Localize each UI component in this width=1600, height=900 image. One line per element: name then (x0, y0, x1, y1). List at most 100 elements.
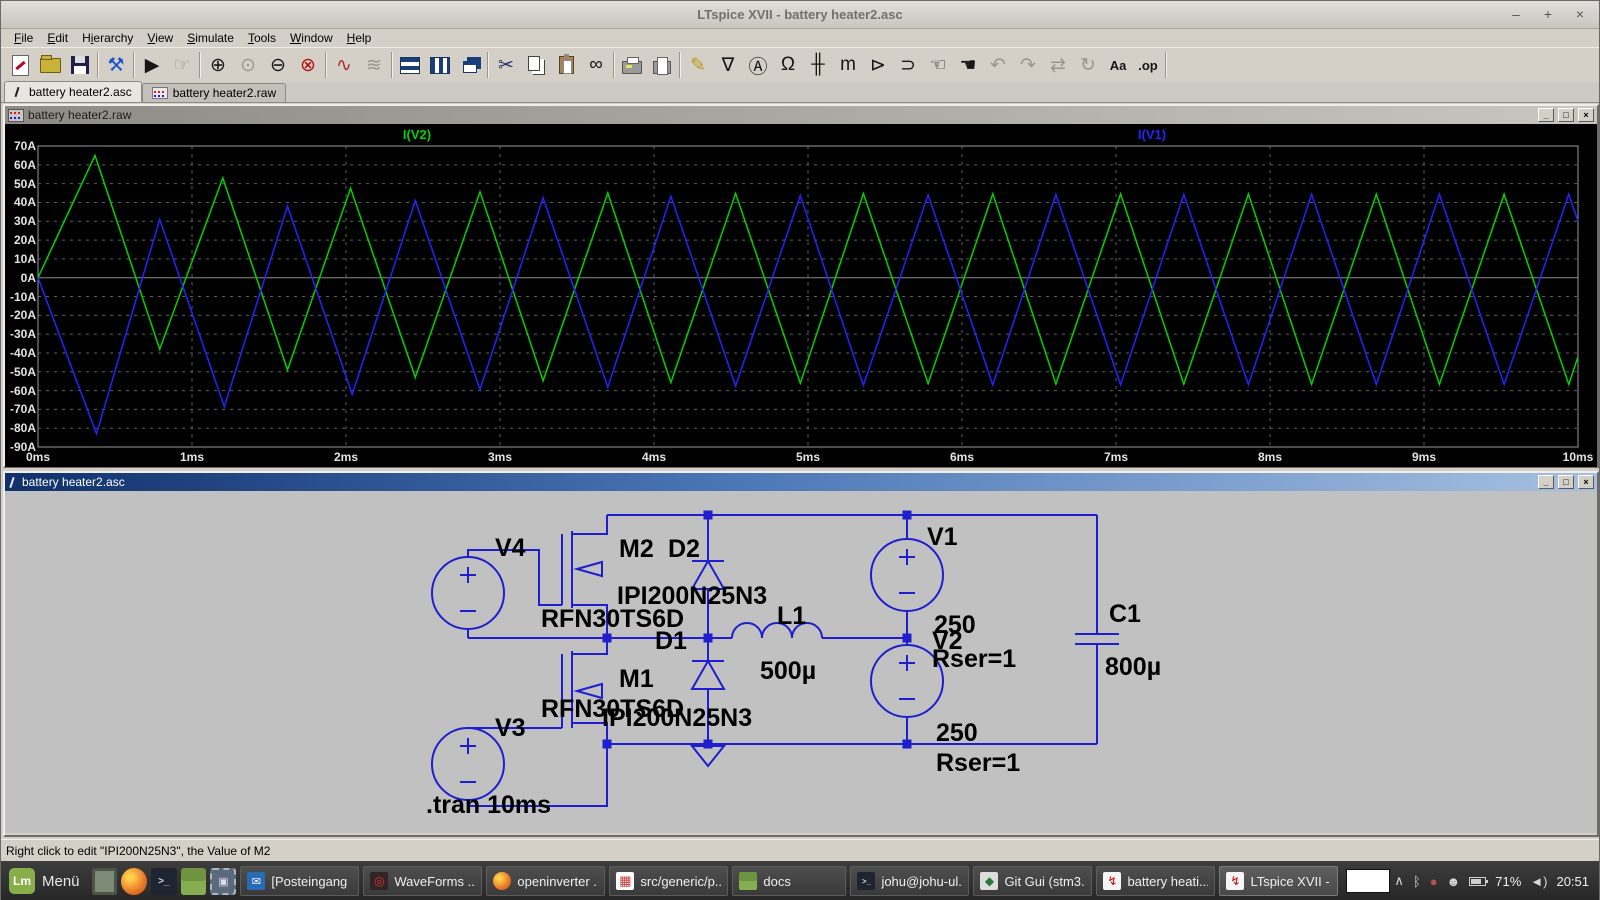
l1-label[interactable]: L1 (777, 602, 806, 630)
waveform-maximize-button[interactable]: □ (1558, 108, 1574, 122)
print-icon[interactable] (617, 51, 647, 79)
cut-icon[interactable]: ✂ (491, 51, 521, 79)
run-icon[interactable]: ▶ (137, 51, 167, 79)
menu-help[interactable]: Help (340, 30, 379, 46)
text-icon[interactable]: Aa (1103, 51, 1133, 79)
ground-icon[interactable]: ∇ (713, 51, 743, 79)
v2-value-label[interactable]: 250 (936, 719, 978, 747)
redo-icon[interactable]: ↷ (1013, 51, 1043, 79)
show-desktop-icon[interactable] (92, 868, 118, 895)
status-dot-icon[interactable]: ● (1430, 874, 1438, 889)
waveform-plot-area[interactable]: I(V2) I(V1) 70A60A50A40A30A20A10A0A-10A-… (5, 124, 1597, 467)
minimize-button[interactable]: – (1507, 5, 1525, 23)
control-panel-icon[interactable]: ⚒ (101, 51, 131, 79)
user-icon[interactable]: ☻ (1447, 874, 1461, 889)
menu-hierarchy[interactable]: Hierarchy (75, 30, 140, 46)
v1-rser-label[interactable]: Rser=1 (932, 645, 1016, 673)
mirror-icon[interactable]: ⇄ (1043, 51, 1073, 79)
legend-iv1[interactable]: I(V1) (1138, 127, 1166, 142)
ground-symbol[interactable] (692, 746, 724, 766)
battery-icon[interactable] (1469, 877, 1486, 886)
m2-label[interactable]: M2 (619, 535, 654, 563)
expand-tray-icon[interactable]: ∧ (1394, 873, 1404, 889)
c1-label[interactable]: C1 (1109, 600, 1141, 628)
cascade-windows-icon[interactable] (455, 51, 485, 79)
d2-label[interactable]: D2 (668, 535, 700, 563)
spice-directive-icon[interactable]: .op (1133, 51, 1163, 79)
maximize-button[interactable]: + (1539, 5, 1557, 23)
menu-view[interactable]: View (140, 30, 180, 46)
bluetooth-icon[interactable]: ᛒ (1413, 874, 1421, 889)
waveform-close-button[interactable]: × (1578, 108, 1594, 122)
close-button[interactable]: × (1571, 5, 1589, 23)
save-icon[interactable] (65, 51, 95, 79)
firefox-icon[interactable] (121, 868, 147, 895)
schematic-canvas[interactable]: V4 M2 D2 IPI200N25N3 RFN30TS6D D1 M1 RFN… (5, 491, 1597, 833)
v2-rser-label[interactable]: Rser=1 (936, 749, 1020, 777)
zoom-fit-icon[interactable]: ⊗ (293, 51, 323, 79)
m1-label[interactable]: M1 (619, 665, 654, 693)
v4-label[interactable]: V4 (495, 534, 526, 562)
label-net-icon[interactable]: Ⓐ (743, 51, 773, 79)
task--posteingang-[interactable]: ✉[Posteingang ... (240, 866, 359, 896)
open-icon[interactable] (35, 51, 65, 79)
folder-icon[interactable] (181, 868, 207, 895)
schematic-minimize-button[interactable]: _ (1538, 475, 1554, 489)
schematic-maximize-button[interactable]: □ (1558, 475, 1574, 489)
capacitor-icon[interactable]: ╫ (803, 51, 833, 79)
v3-label[interactable]: V3 (495, 714, 526, 742)
halt-icon[interactable]: ☞ (167, 51, 197, 79)
clock[interactable]: 20:51 (1556, 874, 1589, 889)
zoom-back-icon[interactable]: ⊙ (233, 51, 263, 79)
component-icon[interactable]: ⊃ (893, 51, 923, 79)
v1-label[interactable]: V1 (927, 523, 958, 551)
waveform-window-titlebar[interactable]: battery heater2.raw _ □ × (5, 106, 1597, 124)
tran-directive-label[interactable]: .tran 10ms (426, 791, 551, 819)
menu-edit[interactable]: Edit (40, 30, 75, 46)
paste-icon[interactable] (551, 51, 581, 79)
legend-iv2[interactable]: I(V2) (403, 127, 431, 142)
waveform-minimize-button[interactable]: _ (1538, 108, 1554, 122)
move-icon[interactable]: ☜ (923, 51, 953, 79)
menu-tools[interactable]: Tools (241, 30, 283, 46)
d2-diode-wire[interactable] (692, 515, 724, 638)
wire-icon[interactable]: ✎ (683, 51, 713, 79)
zoom-in-icon[interactable]: ⊕ (203, 51, 233, 79)
tab-battery-heater2-raw[interactable]: battery heater2.raw (142, 83, 286, 102)
d1-label[interactable]: D1 (655, 627, 687, 655)
autorange-plot-icon[interactable]: ∿ (329, 51, 359, 79)
l1-value-label[interactable]: 500µ (760, 657, 816, 685)
task-git-gui-stm3-[interactable]: ◆Git Gui (stm3... (973, 866, 1092, 896)
tile-horizontal-icon[interactable] (395, 51, 425, 79)
task-battery-heati-[interactable]: ↯battery heati... (1096, 866, 1215, 896)
m2-drain-wire[interactable] (572, 515, 607, 534)
print-preview-icon[interactable] (647, 51, 677, 79)
start-menu-button[interactable]: LmMenü (7, 866, 88, 896)
schematic-close-button[interactable]: × (1578, 475, 1594, 489)
c1-value-label[interactable]: 800µ (1105, 653, 1161, 681)
zoom-out-icon[interactable]: ⊖ (263, 51, 293, 79)
schematic-window-titlebar[interactable]: battery heater2.asc _ □ × (5, 473, 1597, 491)
copy-icon[interactable] (521, 51, 551, 79)
tab-battery-heater2-asc[interactable]: battery heater2.asc (4, 81, 142, 102)
menu-simulate[interactable]: Simulate (180, 30, 241, 46)
terminal-icon[interactable]: >_ (151, 868, 177, 895)
find-icon[interactable]: ∞ (581, 51, 611, 79)
diode-icon[interactable]: ⊳ (863, 51, 893, 79)
tile-vertical-icon[interactable] (425, 51, 455, 79)
rotate-icon[interactable]: ↻ (1073, 51, 1103, 79)
undo-icon[interactable]: ↶ (983, 51, 1013, 79)
task-johu-johu-ul-[interactable]: >_johu@johu-ul... (850, 866, 969, 896)
task-openinverter-[interactable]: openinverter ... (486, 866, 605, 896)
m1-value-label[interactable]: IPI200N25N3 (602, 704, 752, 732)
resistor-icon[interactable]: Ω (773, 51, 803, 79)
task-docs[interactable]: docs (732, 866, 846, 896)
drag-icon[interactable]: ☚ (953, 51, 983, 79)
spice-netlist-icon[interactable]: ≋ (359, 51, 389, 79)
c1-capacitor-symbol[interactable] (1075, 515, 1119, 744)
new-schematic-icon[interactable] (5, 51, 35, 79)
task-waveforms-[interactable]: ◎WaveForms ... (363, 866, 482, 896)
inductor-icon[interactable]: m (833, 51, 863, 79)
menu-file[interactable]: File (7, 30, 40, 46)
m1-drain-wire[interactable] (572, 638, 607, 654)
